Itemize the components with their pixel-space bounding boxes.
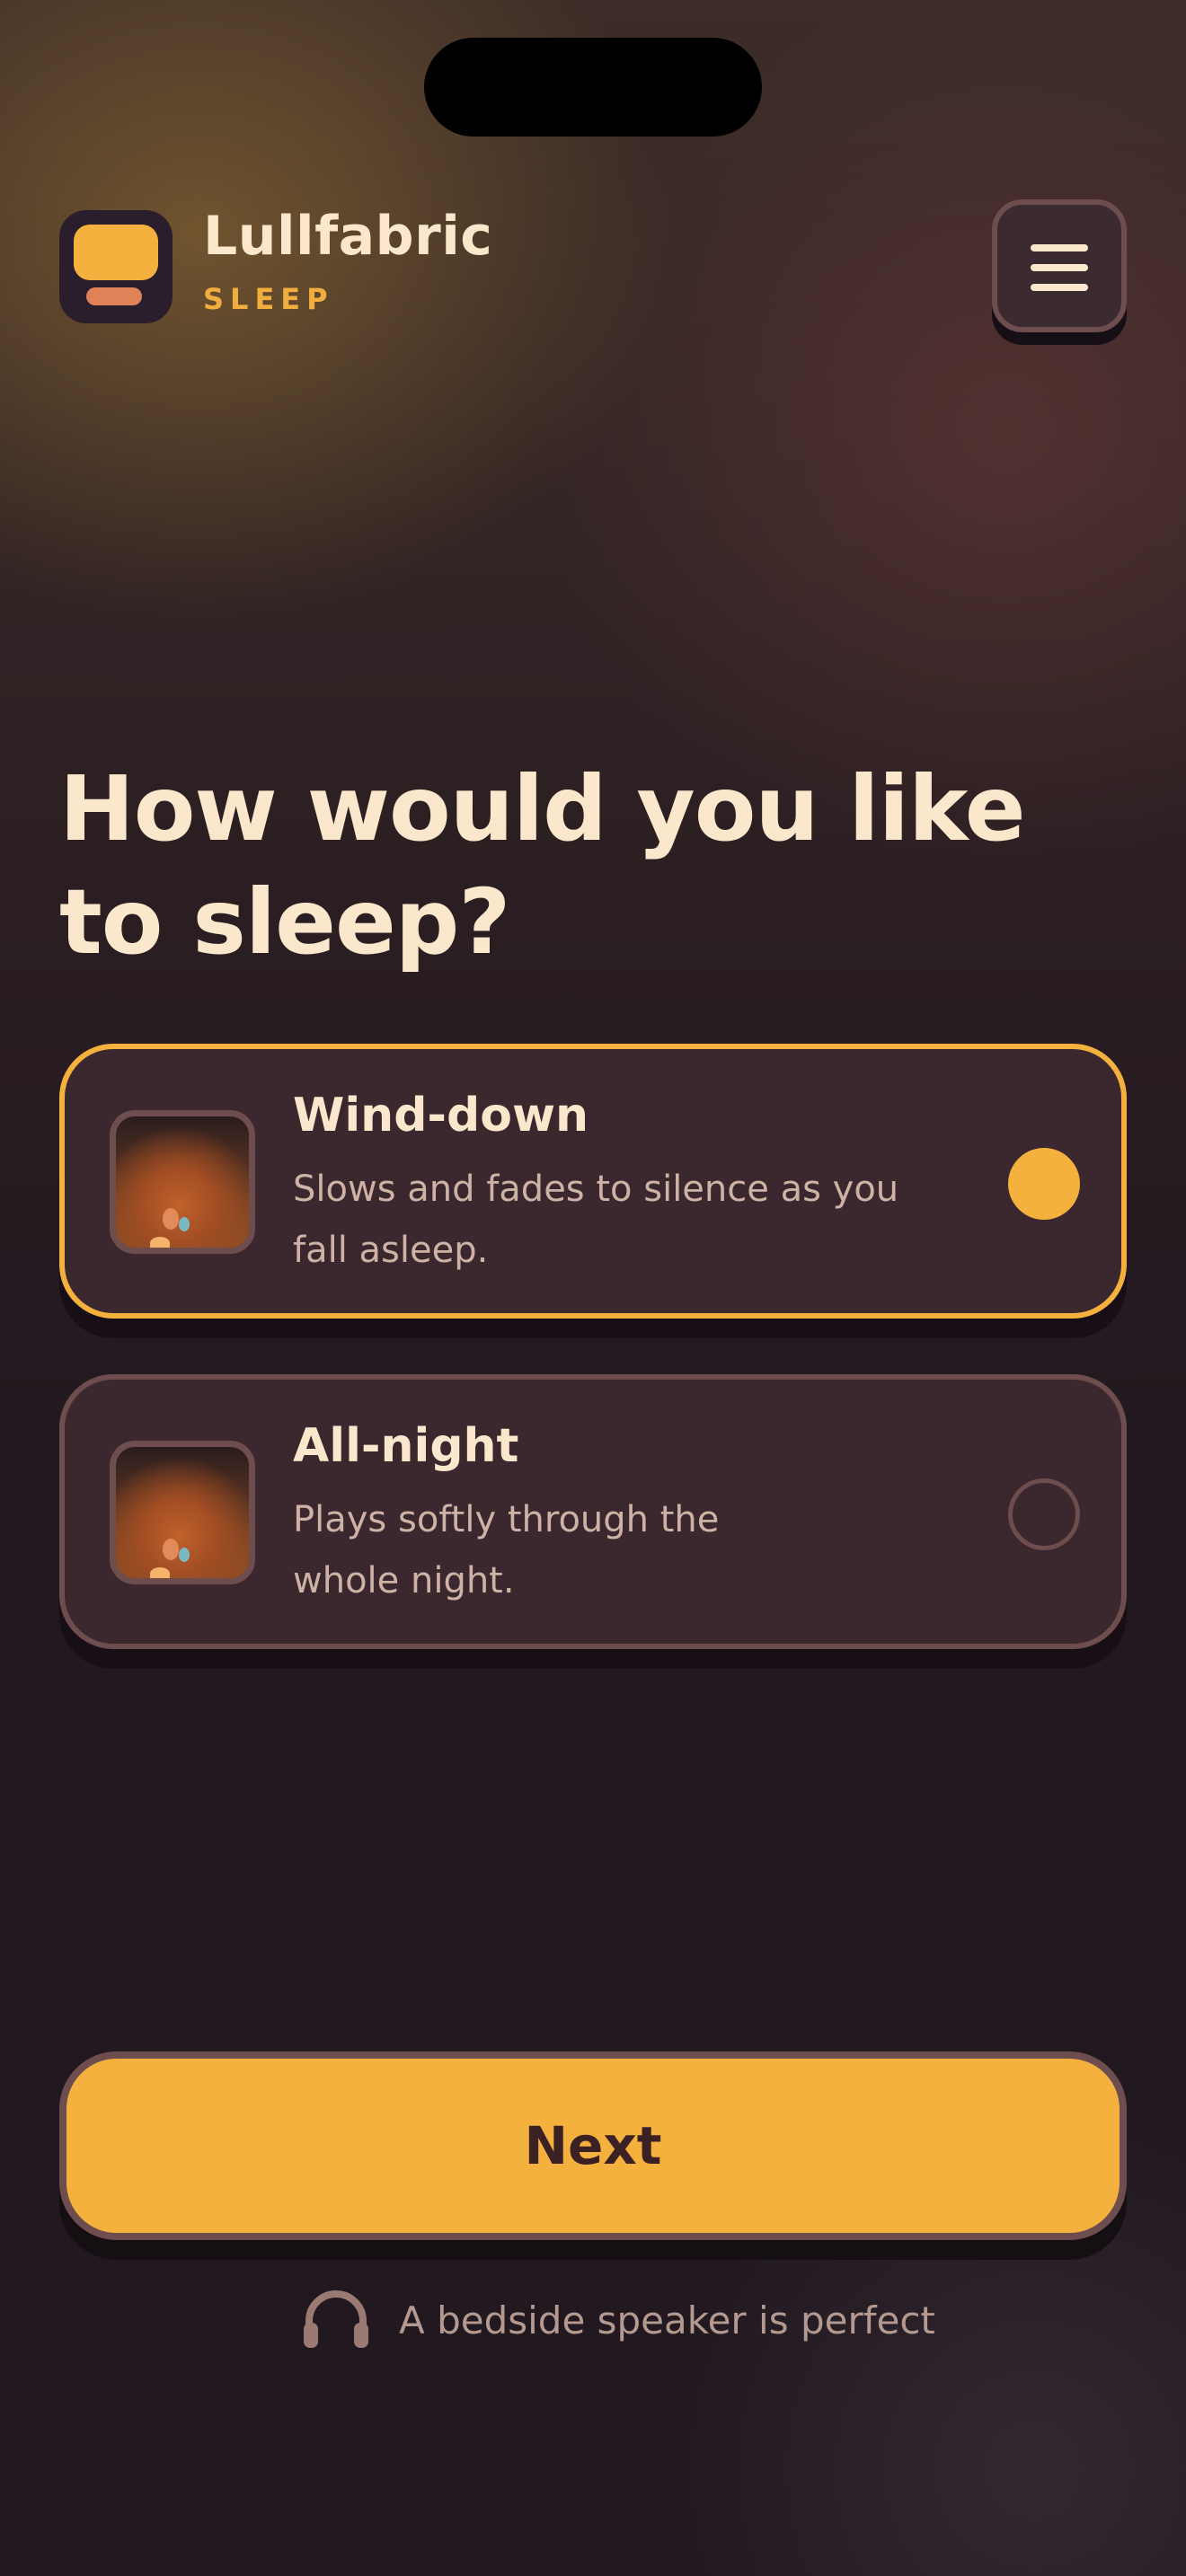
option-description: Slows and fades to silence as you fall a…: [293, 1169, 899, 1271]
page-title: How would you like to sleep?: [59, 756, 1026, 975]
thumb-light: [150, 1237, 170, 1248]
thumb-light: [163, 1208, 179, 1230]
logo-bottom-shape: [86, 287, 142, 305]
radio-button[interactable]: [1008, 1478, 1080, 1550]
app-name: Lullfabric: [203, 205, 493, 268]
thumb-light: [179, 1217, 190, 1231]
hamburger-line: [1031, 244, 1088, 251]
option-thumbnail: [110, 1110, 255, 1254]
app-subtitle: SLEEP: [203, 282, 334, 316]
option-description: Plays softly through the whole night.: [293, 1499, 720, 1601]
option-thumbnail: [110, 1441, 255, 1584]
option-title: Wind-down: [293, 1089, 589, 1142]
hamburger-line: [1031, 284, 1088, 291]
thumb-light: [150, 1567, 170, 1578]
thumb-light: [179, 1548, 190, 1562]
logo-top-shape: [74, 225, 158, 280]
option-title: All-night: [293, 1419, 519, 1473]
speaker-hint: A bedside speaker is perfect: [300, 2289, 935, 2351]
hint-text: A bedside speaker is perfect: [399, 2298, 935, 2342]
app-logo-icon: [59, 210, 173, 323]
option-card-all-night[interactable]: All-night Plays softly through the whole…: [59, 1374, 1127, 1649]
thumb-light: [163, 1539, 179, 1560]
radio-button-selected[interactable]: [1008, 1148, 1080, 1220]
dynamic-island: [424, 38, 762, 137]
option-card-wind-down[interactable]: Wind-down Slows and fades to silence as …: [59, 1044, 1127, 1319]
menu-button[interactable]: [992, 199, 1127, 332]
next-button[interactable]: Next: [59, 2051, 1127, 2240]
headphones-icon: [300, 2287, 372, 2353]
hamburger-line: [1031, 264, 1088, 271]
sleep-mode-screen: Lullfabric SLEEP How would you like to s…: [0, 0, 1186, 2576]
